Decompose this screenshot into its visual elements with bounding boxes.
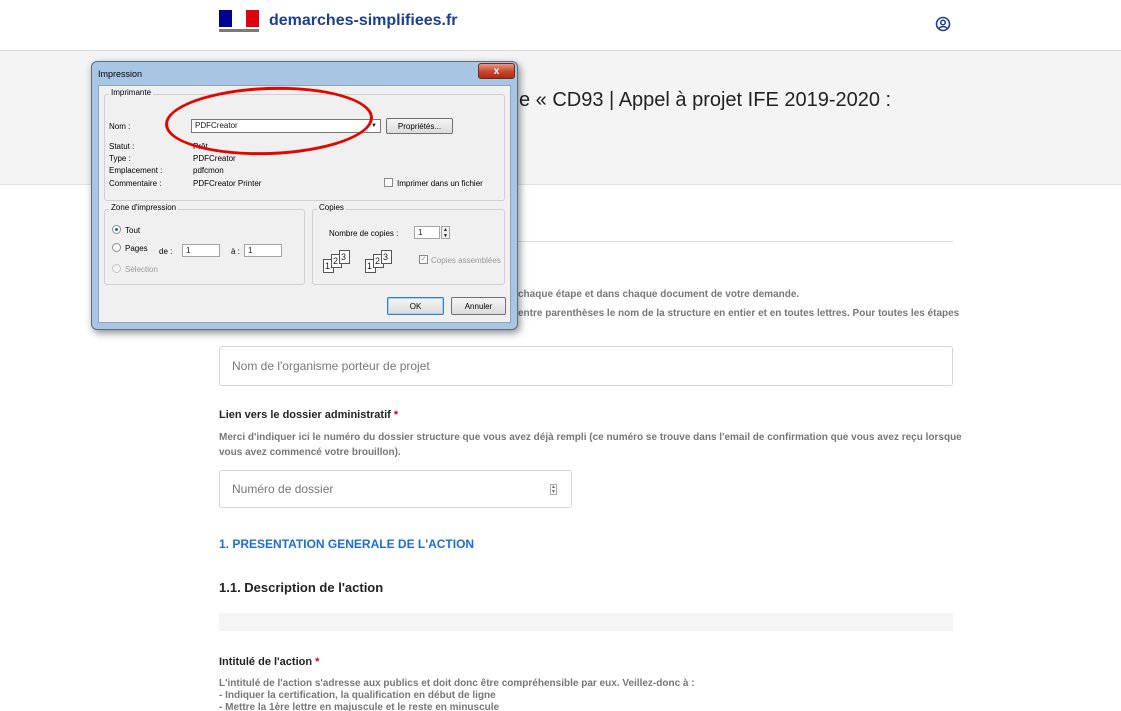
- dossier-label-text: Lien vers le dossier administratif: [219, 409, 391, 421]
- range-pages-label: Pages: [125, 244, 148, 253]
- status-label: Statut :: [109, 142, 135, 151]
- to-label: à :: [231, 247, 240, 256]
- from-page-input[interactable]: 1: [182, 244, 220, 257]
- copies-group-title: Copies: [317, 203, 346, 212]
- dialog-title: Impression: [98, 69, 143, 79]
- type-value: PDFCreator: [193, 154, 236, 163]
- name-label: Nom :: [109, 122, 131, 131]
- dossier-label: Lien vers le dossier administratif *: [219, 409, 398, 421]
- org-description-line-2: entre parenthèses le nom de la structure…: [518, 308, 960, 319]
- print-to-file-checkbox[interactable]: [384, 178, 393, 187]
- collate-label: Copies assemblées: [431, 256, 501, 265]
- section-description-block: [219, 613, 953, 631]
- properties-button[interactable]: Propriétés...: [386, 118, 453, 134]
- to-page-input[interactable]: 1: [244, 244, 282, 257]
- printer-group-title: Imprimante: [109, 88, 154, 97]
- collate-pages-icon: 1 2 3: [365, 250, 405, 274]
- number-spinner-icon[interactable]: ▲ ▼: [550, 484, 557, 495]
- location-value: pdfcmon: [193, 166, 224, 175]
- comment-label: Commentaire :: [109, 179, 162, 188]
- site-name-link[interactable]: demarches-simplifiees.fr: [269, 12, 458, 30]
- range-all-radio[interactable]: [112, 225, 121, 234]
- required-mark: *: [393, 409, 399, 421]
- from-label: de :: [159, 247, 173, 256]
- print-to-file-label: Imprimer dans un fichier: [397, 179, 483, 188]
- ok-button[interactable]: OK: [387, 297, 444, 315]
- location-label: Emplacement :: [109, 166, 163, 175]
- account-circle-icon[interactable]: [935, 16, 951, 32]
- intitule-label-text: Intitulé de l'action: [219, 656, 313, 668]
- print-range-group: Zone d'impression Tout Pages de : 1 à : …: [104, 203, 305, 285]
- dossier-description-line-2: vous avez commencé votre brouillon).: [219, 447, 401, 458]
- republique-francaise-logo[interactable]: [219, 10, 259, 36]
- copies-count-label: Nombre de copies :: [329, 229, 399, 238]
- organisme-input[interactable]: Nom de l'organisme porteur de projet: [219, 346, 953, 386]
- print-range-group-title: Zone d'impression: [109, 203, 179, 212]
- dossier-number-placeholder: Numéro de dossier: [232, 482, 334, 496]
- type-label: Type :: [109, 154, 131, 163]
- range-pages-radio[interactable]: [112, 243, 121, 252]
- copies-spinner-icon[interactable]: ▲ ▼: [441, 226, 450, 239]
- copies-group: Copies Nombre de copies : 1 ▲ ▼ 1 2 3 1 2…: [312, 203, 505, 285]
- dossier-description-line-1: Merci d'indiquer ici le numéro du dossie…: [219, 432, 962, 443]
- organisme-input-placeholder: Nom de l'organisme porteur de projet: [232, 359, 430, 373]
- comment-value: PDFCreator Printer: [193, 179, 262, 188]
- range-selection-radio[interactable]: [112, 264, 121, 273]
- intitule-label: Intitulé de l'action *: [219, 656, 319, 668]
- range-all-label: Tout: [125, 226, 141, 235]
- dossier-number-input[interactable]: Numéro de dossier ▲ ▼: [219, 470, 572, 508]
- intitule-description-line-3: - Mettre la 1ère lettre en majuscule et …: [219, 702, 500, 711]
- close-icon[interactable]: x: [478, 63, 515, 79]
- site-header: demarches-simplifiees.fr: [0, 0, 1121, 51]
- org-description-line-1: chaque étape et dans chaque document de …: [518, 289, 800, 300]
- range-selection-label: Sélection: [125, 265, 158, 274]
- subsection-title: 1.1. Description de l'action: [219, 580, 384, 595]
- collate-checkbox[interactable]: ✓: [419, 255, 428, 264]
- flag-icon: [219, 10, 259, 27]
- required-mark: *: [315, 656, 320, 668]
- cancel-button[interactable]: Annuler: [451, 297, 506, 315]
- section-title: 1. PRESENTATION GENERALE DE L'ACTION: [219, 537, 475, 551]
- logo-caption: [219, 29, 259, 32]
- copies-count-input[interactable]: 1: [414, 226, 440, 239]
- collate-pages-icon: 1 2 3: [323, 250, 363, 274]
- page-title: e « CD93 | Appel à projet IFE 2019-2020 …: [519, 89, 892, 111]
